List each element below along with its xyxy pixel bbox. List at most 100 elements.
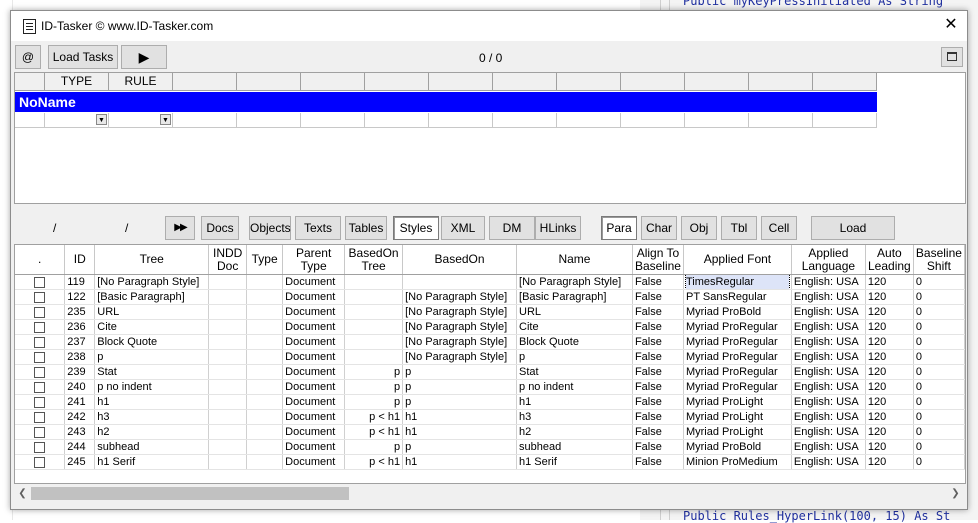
chevron-down-icon[interactable]: ▼ bbox=[96, 114, 107, 125]
table-cell[interactable]: False bbox=[632, 364, 684, 380]
styles-grid[interactable]: . ID Tree INDD Doc Type Parent Type BasedOn Tr… bbox=[14, 244, 966, 484]
table-cell[interactable] bbox=[246, 454, 284, 470]
table-cell[interactable]: False bbox=[632, 424, 684, 440]
table-cell[interactable]: 0 bbox=[913, 364, 965, 380]
table-cell[interactable]: Myriad ProLight bbox=[683, 424, 792, 440]
column-header[interactable]: INDD Doc bbox=[208, 245, 248, 275]
table-cell[interactable]: English: USA bbox=[791, 409, 866, 425]
table-cell[interactable]: Myriad ProRegular bbox=[683, 334, 792, 350]
column-header[interactable]: BasedOn bbox=[402, 245, 518, 275]
scroll-right-icon[interactable]: ❯ bbox=[947, 485, 964, 502]
table-cell[interactable]: h1 bbox=[402, 454, 518, 470]
table-cell[interactable]: 235 bbox=[64, 304, 96, 320]
table-cell[interactable] bbox=[344, 349, 404, 365]
table-cell[interactable]: Stat bbox=[94, 364, 210, 380]
table-cell[interactable]: 239 bbox=[64, 364, 96, 380]
table-cell[interactable]: [Basic Paragraph] bbox=[94, 289, 210, 305]
table-cell[interactable]: URL bbox=[516, 304, 633, 320]
column-header[interactable]: . bbox=[15, 245, 66, 275]
table-cell[interactable]: [No Paragraph Style] bbox=[402, 349, 518, 365]
subtab-para[interactable]: Para bbox=[601, 216, 637, 240]
table-cell[interactable]: p bbox=[402, 439, 518, 455]
table-cell[interactable] bbox=[344, 319, 404, 335]
table-cell[interactable]: Document bbox=[282, 379, 346, 395]
tab-docs[interactable]: Docs bbox=[201, 216, 239, 240]
tab-styles[interactable]: Styles bbox=[393, 216, 439, 240]
table-cell[interactable] bbox=[344, 274, 404, 290]
table-cell[interactable] bbox=[208, 304, 248, 320]
column-header[interactable]: Align To Baseline bbox=[632, 245, 684, 275]
table-cell[interactable] bbox=[246, 274, 284, 290]
table-cell[interactable]: p bbox=[402, 364, 518, 380]
table-cell[interactable] bbox=[208, 319, 248, 335]
table-cell[interactable] bbox=[208, 424, 248, 440]
rule-cell[interactable] bbox=[237, 113, 301, 128]
table-cell[interactable]: Cite bbox=[94, 319, 210, 335]
table-cell[interactable] bbox=[246, 334, 284, 350]
row-checkbox[interactable] bbox=[34, 426, 46, 438]
column-header[interactable]: Name bbox=[516, 245, 633, 275]
table-cell[interactable]: False bbox=[632, 319, 684, 335]
table-cell[interactable] bbox=[208, 274, 248, 290]
table-cell[interactable] bbox=[208, 349, 248, 365]
row-checkbox[interactable] bbox=[34, 366, 46, 378]
column-header[interactable]: Parent Type bbox=[282, 245, 346, 275]
table-row[interactable]: 239 Stat Document p p Stat False Myriad ProRegu… bbox=[15, 364, 965, 380]
subtab-tbl[interactable]: Tbl bbox=[721, 216, 757, 240]
table-cell[interactable]: 120 bbox=[865, 349, 914, 365]
tab-objects[interactable]: Objects bbox=[249, 216, 291, 240]
table-cell[interactable]: Block Quote bbox=[516, 334, 633, 350]
table-cell[interactable]: Block Quote bbox=[94, 334, 210, 350]
table-cell[interactable]: False bbox=[632, 439, 684, 455]
rules-header-col[interactable] bbox=[813, 73, 877, 91]
table-cell[interactable]: [Basic Paragraph] bbox=[516, 289, 633, 305]
table-cell[interactable] bbox=[246, 394, 284, 410]
table-cell[interactable]: [No Paragraph Style] bbox=[402, 319, 518, 335]
rule-cell[interactable] bbox=[493, 113, 557, 128]
table-cell[interactable] bbox=[246, 364, 284, 380]
table-cell[interactable]: 0 bbox=[913, 274, 965, 290]
tab-texts[interactable]: Texts bbox=[295, 216, 341, 240]
table-cell[interactable]: False bbox=[632, 454, 684, 470]
table-cell[interactable] bbox=[344, 334, 404, 350]
table-cell[interactable]: [No Paragraph Style] bbox=[516, 274, 633, 290]
table-cell[interactable]: Myriad ProRegular bbox=[683, 319, 792, 335]
table-cell[interactable]: PT SansRegular bbox=[683, 289, 792, 305]
table-cell[interactable] bbox=[402, 274, 518, 290]
table-row[interactable]: 119 [No Paragraph Style] Document [No Parag… bbox=[15, 274, 965, 290]
rules-header-col[interactable] bbox=[749, 73, 813, 91]
table-cell[interactable]: 0 bbox=[913, 394, 965, 410]
table-cell[interactable]: False bbox=[632, 304, 684, 320]
table-cell[interactable] bbox=[208, 334, 248, 350]
table-cell[interactable]: False bbox=[632, 409, 684, 425]
rules-header-col[interactable] bbox=[557, 73, 621, 91]
table-cell[interactable]: 0 bbox=[913, 439, 965, 455]
table-cell[interactable]: False bbox=[632, 394, 684, 410]
row-checkbox[interactable] bbox=[34, 321, 46, 333]
subtab-cell[interactable]: Cell bbox=[761, 216, 797, 240]
rule-cell[interactable] bbox=[813, 113, 877, 128]
table-cell[interactable]: English: USA bbox=[791, 349, 866, 365]
rule-cell[interactable] bbox=[15, 113, 45, 128]
table-cell[interactable]: p bbox=[94, 349, 210, 365]
table-cell[interactable]: Document bbox=[282, 349, 346, 365]
rule-cell[interactable] bbox=[301, 113, 365, 128]
table-cell[interactable]: English: USA bbox=[791, 394, 866, 410]
table-cell[interactable]: 120 bbox=[865, 364, 914, 380]
table-cell[interactable]: False bbox=[632, 349, 684, 365]
table-cell[interactable]: p no indent bbox=[516, 379, 633, 395]
table-cell[interactable]: 245 bbox=[64, 454, 96, 470]
table-cell[interactable]: Document bbox=[282, 304, 346, 320]
table-cell[interactable]: h3 bbox=[516, 409, 633, 425]
row-checkbox[interactable] bbox=[34, 456, 46, 468]
table-cell[interactable]: Document bbox=[282, 364, 346, 380]
table-row[interactable]: 245 h1 Serif Document p < h1 h1 h1 Serif False… bbox=[15, 454, 965, 470]
table-cell[interactable]: p no indent bbox=[94, 379, 210, 395]
column-header[interactable]: Auto Leading bbox=[865, 245, 914, 275]
table-cell[interactable] bbox=[246, 289, 284, 305]
table-cell[interactable]: 243 bbox=[64, 424, 96, 440]
table-cell[interactable]: 0 bbox=[913, 334, 965, 350]
table-cell[interactable]: h2 bbox=[94, 424, 210, 440]
table-cell[interactable]: p bbox=[344, 379, 404, 395]
table-cell[interactable]: 119 bbox=[64, 274, 96, 290]
